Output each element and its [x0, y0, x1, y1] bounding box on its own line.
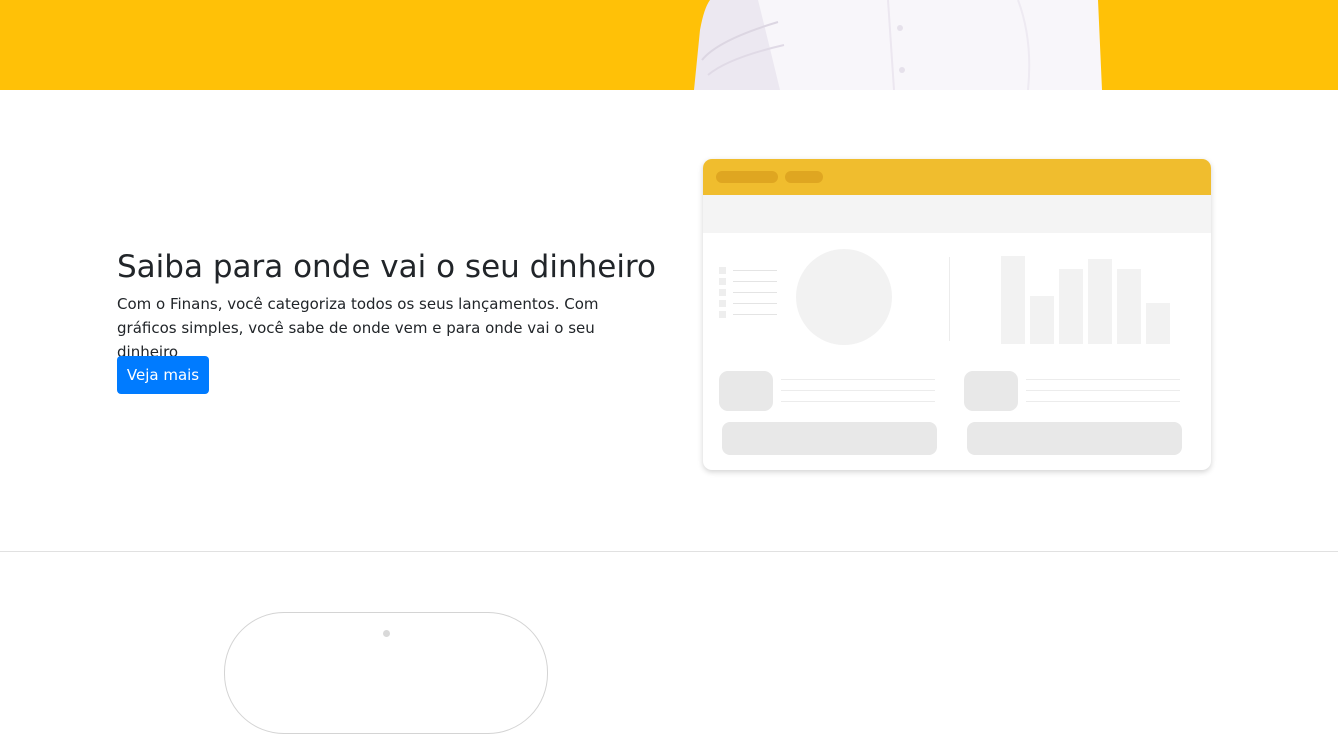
mockup-bar	[1117, 269, 1141, 344]
mockup-card-rule	[1026, 390, 1180, 391]
phone-camera-dot	[383, 630, 390, 637]
mockup-card-rule	[781, 379, 935, 380]
mockup-header-pill	[716, 171, 778, 183]
mockup-legend-row	[719, 289, 777, 296]
mockup-subheader	[703, 195, 1211, 233]
mockup-card-rule	[1026, 401, 1180, 402]
feature-description: Com o Finans, você categoriza todos os s…	[117, 295, 599, 361]
mockup-bar	[1088, 259, 1112, 344]
mockup-card-rule	[1026, 379, 1180, 380]
mockup-card	[719, 371, 937, 413]
feature-title: Saiba para onde vai o seu dinheiro	[117, 249, 656, 285]
mockup-card-thumb	[964, 371, 1018, 411]
mockup-button-placeholder	[722, 422, 937, 455]
mockup-bar	[1146, 303, 1170, 344]
mockup-legend-row	[719, 278, 777, 285]
mockup-header-bar	[703, 159, 1211, 195]
mockup-card	[964, 371, 1182, 413]
mockup-legend-row	[719, 300, 777, 307]
mockup-bar	[1059, 269, 1083, 344]
mockup-card-rule	[781, 401, 935, 402]
mockup-bar	[1001, 256, 1025, 344]
mockup-pie-chart	[796, 249, 892, 345]
mockup-legend-row	[719, 311, 777, 318]
veja-mais-button[interactable]: Veja mais	[117, 356, 209, 394]
mockup-card-thumb	[719, 371, 773, 411]
mockup-divider	[949, 257, 950, 341]
mockup-legend-row	[719, 267, 777, 274]
hero-banner	[0, 0, 1338, 90]
mockup-button-placeholder	[967, 422, 1182, 455]
mockup-bar	[1030, 296, 1054, 344]
mockup-header-pill	[785, 171, 823, 183]
section-divider	[0, 551, 1338, 552]
dashboard-illustration	[703, 159, 1211, 470]
mockup-card-rule	[781, 390, 935, 391]
person-photo	[694, 0, 1102, 90]
